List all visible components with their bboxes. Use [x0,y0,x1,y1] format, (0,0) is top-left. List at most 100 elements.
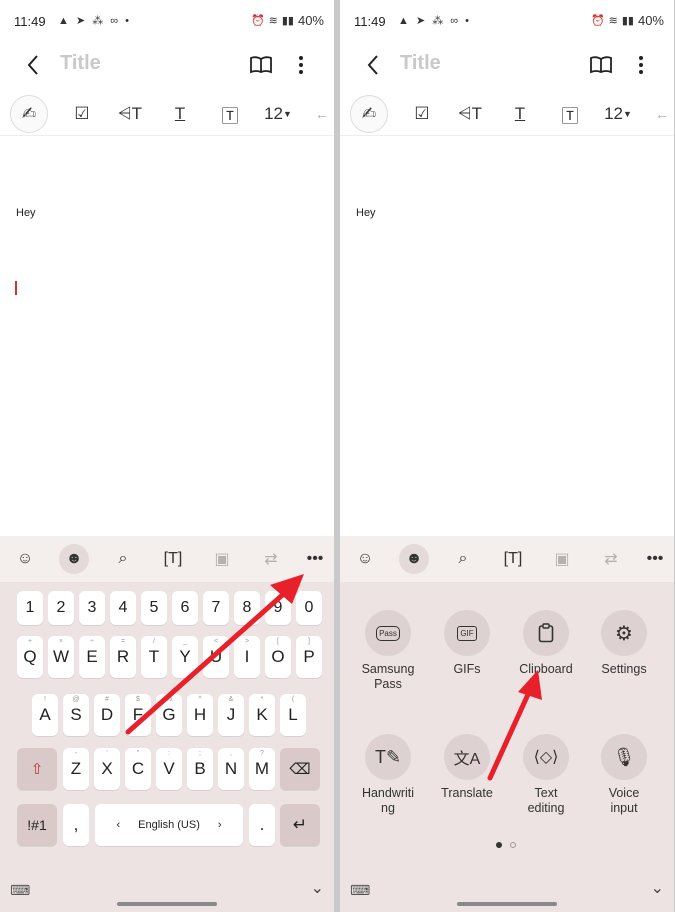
key-d[interactable]: # D [94,694,120,736]
page-dot-1[interactable] [496,842,502,848]
backspace-key[interactable]: ⌫ [280,748,320,790]
enter-key[interactable]: ↵ [280,804,320,846]
translate-button[interactable]: ⇄ [256,544,286,574]
key-r[interactable]: = R [110,636,136,678]
text-editing-button[interactable]: ⟨◇⟩ Text editing [506,734,586,816]
keyboard-switch-icon[interactable]: ⌨ [10,882,30,899]
status-bar: 11:49 ▲ ➤ ⁂ ∞ • ⏰ ≋ ▮▮ 40% [340,0,674,42]
collapse-toolbar-button[interactable]: ← [312,96,332,132]
key-m[interactable]: ? M [249,748,275,790]
key-e[interactable]: ÷ E [79,636,105,678]
reading-mode-button[interactable] [246,50,276,80]
handwriting-button[interactable]: T✎ Handwriti ng [348,734,428,816]
translate-button[interactable]: ⇄ [596,544,626,574]
key-o[interactable]: [O [265,636,291,678]
key-z[interactable]: -Z [63,748,89,790]
key-2[interactable]: 2 [48,591,74,625]
smiley-icon: ☺ [356,550,374,567]
checkbox-button[interactable]: ☑ [404,96,440,132]
text-extract-button[interactable]: [T] [158,544,188,574]
samsung-pass-button[interactable]: Pass Samsung Pass [348,610,428,692]
symbols-key[interactable]: !#1 [17,804,57,846]
keyboard-mode-icon: ▣ [554,551,570,568]
more-options-button[interactable] [628,50,654,80]
clipboard-button[interactable]: Clipboard [506,610,586,677]
sticker-button[interactable]: ☻ [59,544,89,574]
key-w[interactable]: × W [48,636,74,678]
translate-panel-button[interactable]: 文A Translate [427,734,507,801]
gesture-bar[interactable] [457,902,557,906]
key-y[interactable]: _ Y [172,636,198,678]
key-s[interactable]: @ S [63,694,89,736]
key-h-alt: ^ [198,696,202,703]
period-key[interactable]: . [249,804,275,846]
key-8[interactable]: 8 [234,591,260,625]
key-q[interactable]: + Q [17,636,43,678]
reading-mode-button[interactable] [586,50,616,80]
underline-button[interactable]: T [502,96,538,132]
more-tools-button[interactable]: ••• [300,544,330,574]
more-options-button[interactable] [288,50,314,80]
search-button[interactable]: ⌕ [448,544,478,574]
hide-keyboard-icon[interactable]: ⌄ [311,878,324,898]
key-1[interactable]: 1 [17,591,43,625]
collapse-toolbar-button[interactable]: ← [652,96,672,132]
key-9[interactable]: 9 [265,591,291,625]
key-j[interactable]: & J [218,694,244,736]
pen-tool-button[interactable]: ✍ [10,95,48,133]
key-c[interactable]: " C [125,748,151,790]
key-0[interactable]: 0 [296,591,322,625]
key-7[interactable]: 7 [203,591,229,625]
emoji-button[interactable]: ☺ [10,544,40,574]
keyboard-switch-icon[interactable]: ⌨ [350,882,370,899]
key-u[interactable]: < U [203,636,229,678]
voice-input-button[interactable]: 🎙 Voice input [584,734,664,816]
hide-keyboard-icon[interactable]: ⌄ [651,878,664,898]
keyboard-mode-button[interactable]: ▣ [207,544,237,574]
back-button[interactable] [18,50,48,80]
key-x[interactable]: ' X [94,748,120,790]
font-size-button[interactable]: 12 ▼ [596,96,640,132]
shift-key[interactable]: ⇧ [17,748,57,790]
key-b[interactable]: ; B [187,748,213,790]
key-3[interactable]: 3 [79,591,105,625]
text-style-button[interactable]: ⩤T [112,96,148,132]
key-6[interactable]: 6 [172,591,198,625]
underline-button[interactable]: T [162,96,198,132]
sticker-button[interactable]: ☻ [399,544,429,574]
font-size-button[interactable]: 12 ▼ [256,96,300,132]
page-dot-2[interactable] [510,842,516,848]
checkbox-button[interactable]: ☑ [64,96,100,132]
back-button[interactable] [358,50,388,80]
emoji-button[interactable]: ☺ [350,544,380,574]
search-button[interactable]: ⌕ [108,544,138,574]
key-k[interactable]: * K [249,694,275,736]
key-t[interactable]: / T [141,636,167,678]
more-tools-button[interactable]: ••• [640,544,670,574]
key-g[interactable]: % G [156,694,182,736]
comma-key[interactable]: , [63,804,89,846]
key-v[interactable]: :V [156,748,182,790]
settings-button[interactable]: ⚙ Settings [584,610,664,677]
key-l[interactable]: (L [280,694,306,736]
key-h[interactable]: ^ H [187,694,213,736]
text-extract-button[interactable]: [T] [498,544,528,574]
key-5[interactable]: 5 [141,591,167,625]
keyboard-mode-button[interactable]: ▣ [547,544,577,574]
key-n[interactable]: ,N [218,748,244,790]
title-field[interactable]: Title [400,52,441,75]
key-4[interactable]: 4 [110,591,136,625]
key-p[interactable]: ] P [296,636,322,678]
space-bar[interactable]: ‹ English (US) › [95,804,243,846]
title-field[interactable]: Title [60,52,101,75]
key-f[interactable]: $ F [125,694,151,736]
pen-tool-button[interactable]: ✍ [350,95,388,133]
gesture-bar[interactable] [117,902,217,906]
text-box-button[interactable]: 🅃 [212,96,248,132]
gifs-button[interactable]: GIF GIFs [427,610,507,677]
text-box-button[interactable]: 🅃 [552,96,588,132]
key-a[interactable]: ! A [32,694,58,736]
key-i[interactable]: > I [234,636,260,678]
backspace-icon: ⌫ [289,761,311,778]
text-style-button[interactable]: ⩤T [452,96,488,132]
